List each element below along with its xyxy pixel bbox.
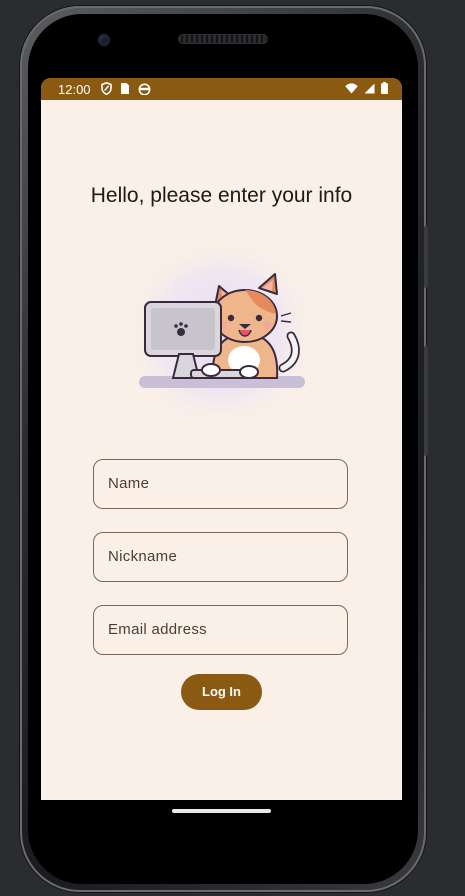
app-screen: 12:00 Hello, please enter your info Name…	[41, 78, 402, 800]
email-field[interactable]: Email address	[93, 605, 348, 655]
wifi-icon	[345, 82, 358, 93]
nickname-field[interactable]: Nickname	[93, 532, 348, 582]
navigation-bar	[41, 800, 402, 840]
earpiece-speaker	[178, 34, 268, 44]
volume-button	[424, 226, 428, 288]
login-button[interactable]: Log In	[181, 674, 262, 710]
front-camera	[98, 34, 110, 46]
sim-card-icon	[121, 83, 129, 94]
status-bar: 12:00	[41, 78, 402, 100]
cat-at-computer-illustration	[121, 233, 321, 433]
name-field[interactable]: Name	[93, 459, 348, 509]
cat-face-icon	[138, 83, 151, 95]
email-placeholder: Email address	[108, 621, 207, 638]
name-placeholder: Name	[108, 475, 150, 492]
status-system-icons	[345, 82, 388, 94]
page-title: Hello, please enter your info	[90, 184, 353, 207]
signal-icon	[364, 83, 375, 93]
power-button	[424, 346, 428, 456]
home-gesture-handle[interactable]	[172, 809, 271, 813]
nickname-placeholder: Nickname	[108, 548, 178, 565]
status-time: 12:00	[58, 82, 91, 97]
battery-icon	[381, 82, 388, 94]
shield-icon	[101, 82, 112, 95]
status-notification-icons	[101, 82, 151, 95]
